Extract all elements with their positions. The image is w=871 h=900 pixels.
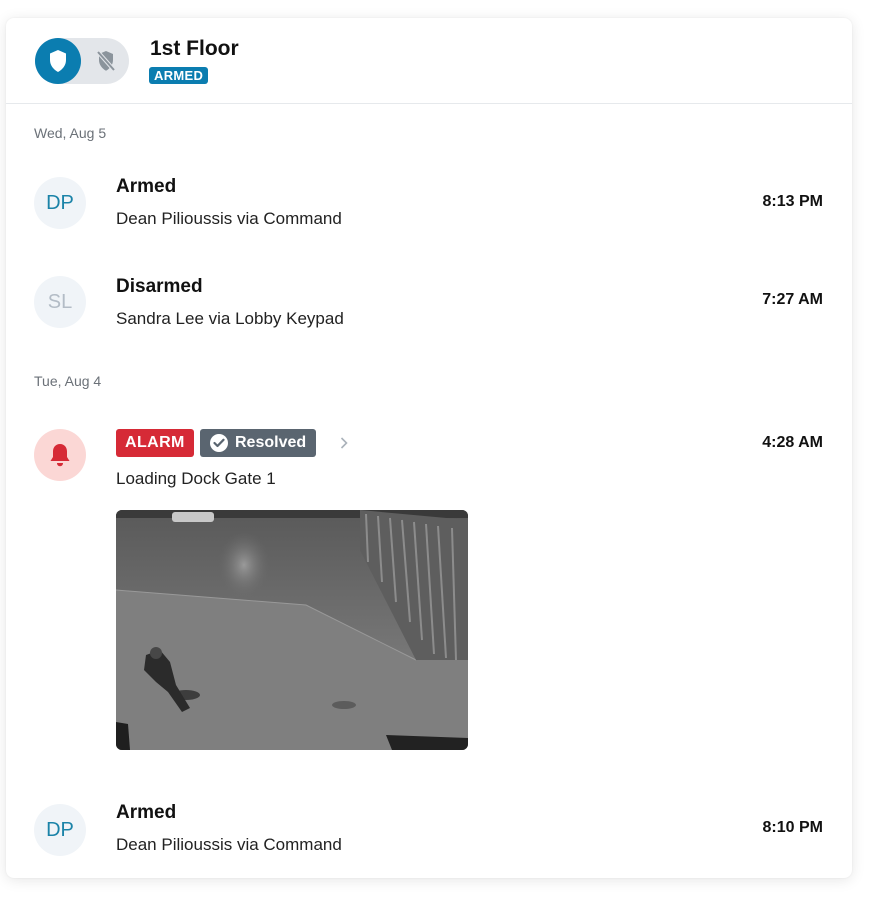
date-heading: Tue, Aug 4 [34, 373, 102, 389]
check-circle-icon [210, 434, 228, 452]
bell-icon [50, 444, 70, 467]
zone-title: 1st Floor [150, 37, 239, 60]
date-heading: Wed, Aug 5 [34, 125, 107, 141]
activity-card: 1st Floor ARMED Wed, Aug 5 DP Armed Dean… [6, 18, 852, 878]
chevron-right-icon[interactable] [339, 436, 349, 450]
shield-off-icon [96, 50, 116, 72]
event-time: 8:13 PM [762, 193, 823, 210]
event-subtitle: Loading Dock Gate 1 [116, 469, 276, 488]
event-time: 8:10 PM [762, 819, 823, 836]
shield-icon [50, 50, 66, 72]
camera-snapshot[interactable] [116, 510, 468, 750]
event-title: Disarmed [116, 276, 203, 297]
event-subtitle: Dean Pilioussis via Command [116, 209, 342, 228]
event-subtitle: Dean Pilioussis via Command [116, 835, 342, 854]
status-badge: ARMED [149, 67, 209, 84]
event-time: 7:27 AM [762, 291, 823, 308]
arm-button[interactable] [35, 38, 81, 84]
event-time: 4:28 AM [762, 434, 823, 451]
avatar: SL [34, 276, 86, 328]
event-subtitle: Sandra Lee via Lobby Keypad [116, 309, 344, 328]
event-title: Armed [116, 176, 177, 197]
disarm-button[interactable] [83, 38, 129, 84]
snapshot-image [116, 510, 468, 750]
alarm-tag: ALARM [116, 429, 194, 457]
avatar: DP [34, 804, 86, 856]
resolved-tag: Resolved [200, 429, 317, 457]
arm-toggle[interactable] [35, 38, 129, 84]
resolved-label: Resolved [235, 434, 307, 451]
zone-header: 1st Floor ARMED [6, 18, 852, 104]
avatar: DP [34, 177, 86, 229]
alarm-avatar [34, 429, 86, 481]
event-title: Armed [116, 802, 177, 823]
